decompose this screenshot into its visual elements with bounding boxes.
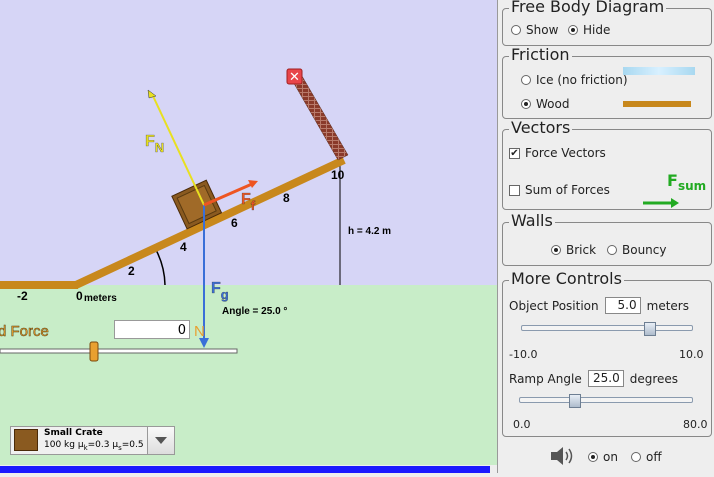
ramp-angle-value: 25.0 <box>592 371 620 385</box>
fsum-arrow-icon <box>643 198 679 208</box>
sound-on-radio[interactable] <box>588 452 598 462</box>
speaker-icon <box>551 447 573 465</box>
sound-off-radio[interactable] <box>631 452 641 462</box>
position-max-label: 10.0 <box>679 348 704 361</box>
bouncy-radio[interactable] <box>607 245 617 255</box>
force-vectors-option[interactable]: ✔ Force Vectors <box>509 146 606 160</box>
ramp-angle-slider[interactable] <box>519 397 693 403</box>
applied-force-value: 0 <box>177 323 186 338</box>
wood-radio[interactable] <box>521 99 531 109</box>
svg-text:✕: ✕ <box>289 70 300 85</box>
ramp-angle-row: Ramp Angle 25.0 degrees <box>509 370 678 387</box>
tick-label: -2 <box>17 289 28 303</box>
tick-label: 4 <box>180 240 187 254</box>
vectors-title: Vectors <box>509 118 573 137</box>
position-min-label: -10.0 <box>509 348 538 361</box>
fbd-hide-option[interactable]: Hide <box>568 23 610 37</box>
tick-label: 0 <box>76 289 83 303</box>
simulation-canvas: h = 4.2 m ✕ -2 0 meters 2 4 6 8 10 FN Ff… <box>0 0 497 473</box>
fbd-title: Free Body Diagram <box>509 0 667 16</box>
close-wall-button[interactable]: ✕ <box>286 68 303 85</box>
object-position-input[interactable]: 5.0 <box>604 297 641 314</box>
fbd-hide-label: Hide <box>583 23 611 37</box>
more-controls-group: More Controls Object Position 5.0 meters… <box>502 270 712 437</box>
fbd-group: Free Body Diagram Show Hide <box>502 0 712 46</box>
sum-of-forces-label: Sum of Forces <box>525 183 610 197</box>
fsum-main: F <box>667 171 678 190</box>
object-position-slider[interactable] <box>521 325 693 331</box>
control-panel: Free Body Diagram Show Hide Friction Ice… <box>497 0 714 473</box>
meters-label: meters <box>84 293 117 304</box>
chevron-down-icon <box>155 437 167 444</box>
object-position-unit: meters <box>646 298 689 313</box>
object-props: 100 kg μk=0.3 μs=0.5 <box>44 440 144 452</box>
applied-force-label: d Force <box>0 323 49 340</box>
object-selector[interactable]: Small Crate 100 kg μk=0.3 μs=0.5 <box>10 426 175 455</box>
force-vectors-checkbox[interactable]: ✔ <box>509 147 520 159</box>
ramp-angle-label: Ramp Angle <box>509 371 582 386</box>
bouncy-label: Bouncy <box>622 243 667 257</box>
fbd-hide-radio[interactable] <box>568 25 578 35</box>
brick-radio[interactable] <box>551 245 561 255</box>
sum-of-forces-option[interactable]: Sum of Forces <box>509 183 610 197</box>
ice-swatch <box>623 67 695 75</box>
brick-label: Brick <box>566 243 597 257</box>
friction-title: Friction <box>509 45 572 64</box>
force-vectors-label: Force Vectors <box>525 146 606 160</box>
mu-s-value: =0.5 <box>121 440 144 450</box>
applied-force-track[interactable] <box>0 348 238 354</box>
object-position-row: Object Position 5.0 meters <box>509 297 689 314</box>
height-label: h = 4.2 m <box>348 226 391 237</box>
fsum-sub: sum <box>677 179 707 194</box>
mu-k-value: =0.3 <box>87 440 110 450</box>
tick-label: 8 <box>283 191 290 205</box>
object-position-value: 5.0 <box>617 298 637 312</box>
walls-title: Walls <box>509 211 555 230</box>
walls-group: Walls Brick Bouncy <box>502 212 712 266</box>
tick-label: 6 <box>231 216 238 230</box>
walls-bouncy-option[interactable]: Bouncy <box>607 243 666 257</box>
wood-label: Wood <box>536 97 570 111</box>
friction-ice-option[interactable]: Ice (no friction) <box>521 73 628 87</box>
crate-thumbnail <box>14 429 38 451</box>
walls-brick-option[interactable]: Brick <box>551 243 596 257</box>
ice-label: Ice (no friction) <box>536 73 628 87</box>
sound-on-label: on <box>603 450 618 464</box>
applied-force-thumb[interactable] <box>89 341 99 362</box>
friction-group: Friction Ice (no friction) Wood <box>502 46 712 119</box>
fbd-show-radio[interactable] <box>511 25 521 35</box>
angle-min-label: 0.0 <box>513 418 531 431</box>
object-dropdown-button[interactable] <box>147 427 174 454</box>
tick-label: 10 <box>331 168 345 182</box>
vectors-group: Vectors ✔ Force Vectors Sum of Forces Fsu… <box>502 119 712 210</box>
more-controls-title: More Controls <box>509 269 624 288</box>
ice-radio[interactable] <box>521 75 531 85</box>
sound-on-option[interactable]: on <box>588 450 618 464</box>
ramp-angle-input[interactable]: 25.0 <box>587 370 624 387</box>
object-name: Small Crate <box>44 428 103 438</box>
applied-force-unit: N <box>194 323 205 340</box>
object-mass: 100 kg <box>44 440 75 450</box>
angle-max-label: 80.0 <box>683 418 708 431</box>
applied-force-input[interactable]: 0 <box>114 320 190 339</box>
ramp-angle-unit: degrees <box>629 371 679 386</box>
fbd-show-label: Show <box>526 23 559 37</box>
angle-readout: Angle = 25.0 ° <box>222 306 287 317</box>
tick-label: 2 <box>128 264 135 278</box>
sound-off-option[interactable]: off <box>631 450 662 464</box>
sound-off-label: off <box>646 450 662 464</box>
fbd-show-option[interactable]: Show <box>511 23 558 37</box>
fsum-legend: Fsum <box>667 173 706 194</box>
progress-bar <box>0 466 490 473</box>
friction-wood-option[interactable]: Wood <box>521 97 569 111</box>
sky <box>0 0 497 285</box>
ramp-angle-thumb[interactable] <box>569 394 581 408</box>
wood-swatch <box>623 101 691 107</box>
object-position-label: Object Position <box>509 298 599 313</box>
object-position-thumb[interactable] <box>644 322 656 336</box>
sum-of-forces-checkbox[interactable] <box>509 184 520 196</box>
